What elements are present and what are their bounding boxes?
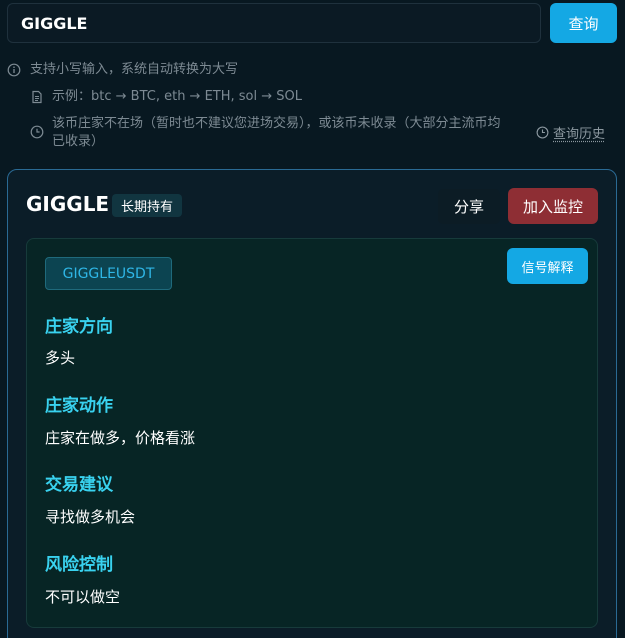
info-icon <box>7 63 21 77</box>
search-input[interactable] <box>7 3 541 43</box>
section-value-advice: 寻找做多机会 <box>45 508 136 526</box>
symbol-title: GIGGLE <box>26 192 110 216</box>
pair-tag: GIGGLEUSDT <box>45 257 172 290</box>
add-monitor-button[interactable]: 加入监控 <box>508 188 598 224</box>
hold-badge: 长期持有 <box>112 194 183 217</box>
history-link-label: 查询历史 <box>553 127 606 142</box>
example-hint: 示例：btc → BTC, eth → ETH, sol → SOL <box>52 89 303 104</box>
clock-icon <box>536 126 549 139</box>
section-value-risk: 不可以做空 <box>45 588 121 606</box>
section-title-risk: 风险控制 <box>45 555 113 575</box>
signal-explain-button[interactable]: 信号解释 <box>507 248 588 284</box>
share-button[interactable]: 分享 <box>438 189 500 224</box>
uppercase-hint: 支持小写输入，系统自动转换为大写 <box>30 62 239 77</box>
section-title-advice: 交易建议 <box>45 475 113 495</box>
section-title-direction: 庄家方向 <box>45 317 113 337</box>
section-title-action: 庄家动作 <box>45 396 113 416</box>
document-icon <box>32 90 42 104</box>
warning-hint-line2: 已收录） <box>52 134 105 149</box>
query-button[interactable]: 查询 <box>550 3 617 43</box>
warning-hint-line1: 该币庄家不在场（暂时也不建议您进场交易），或该币未收录（大部分主流币均 <box>52 116 501 131</box>
history-link[interactable]: 查询历史 <box>536 123 605 142</box>
section-value-action: 庄家在做多，价格看涨 <box>45 429 196 447</box>
clock-icon <box>30 125 44 139</box>
section-value-direction: 多头 <box>45 349 76 367</box>
